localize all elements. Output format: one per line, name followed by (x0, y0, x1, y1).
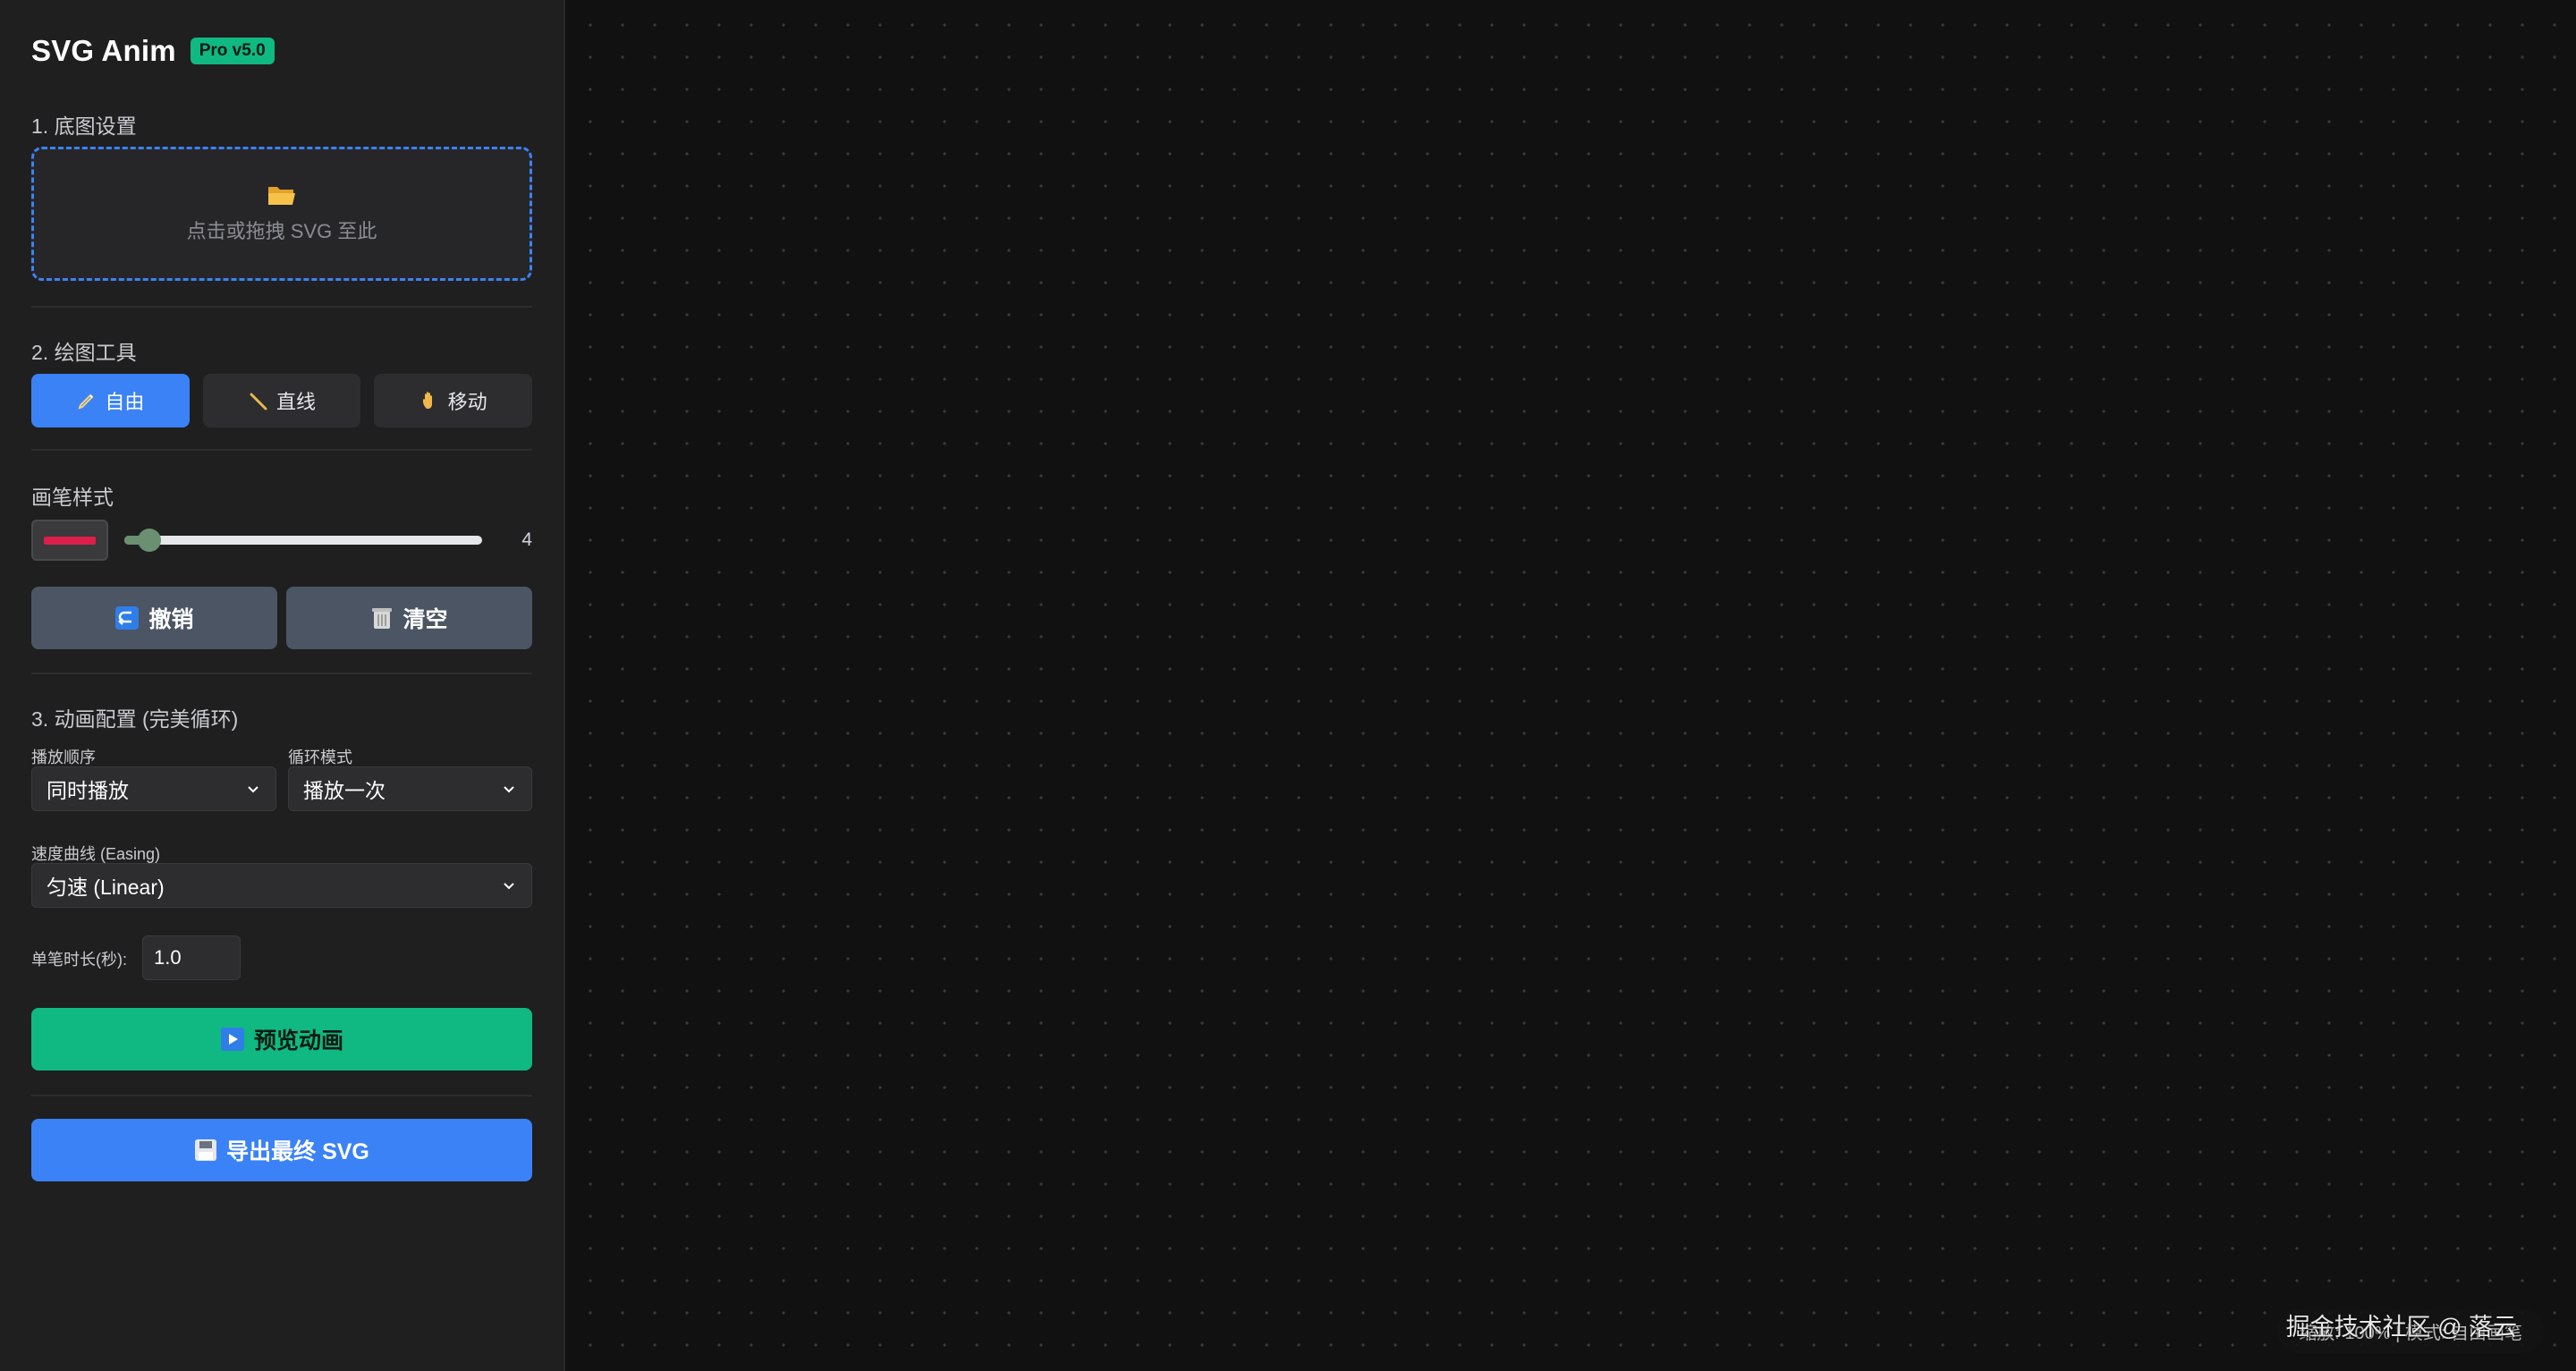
clear-label: 清空 (402, 607, 448, 632)
watermark: 掘金技术社区 @ 落云 (2285, 1314, 2517, 1341)
brush-row: 4 (31, 519, 532, 562)
play-order-select[interactable]: 同时播放 (31, 766, 276, 811)
easing-value: 匀速 (Linear) (47, 876, 165, 899)
duration-value: 1.0 (154, 946, 182, 969)
clear-button[interactable]: 清空 (286, 587, 532, 649)
easing-select[interactable]: 匀速 (Linear) (31, 863, 532, 908)
tool-move-button[interactable]: 移动 (374, 374, 533, 427)
divider (31, 673, 532, 674)
loop-mode-value: 播放一次 (303, 779, 386, 802)
chevron-down-icon (504, 786, 514, 793)
brush-size-slider[interactable] (124, 519, 482, 562)
section-animation-label: 3. 动画配置 (完美循环) (31, 707, 239, 731)
tool-line-button[interactable]: 直线 (202, 374, 361, 427)
brush-color-picker[interactable] (31, 520, 108, 561)
easing-label: 速度曲线 (Easing) (31, 845, 161, 863)
slider-thumb[interactable] (138, 529, 161, 552)
tool-move-label: 移动 (447, 391, 487, 413)
brush-color-fill (44, 536, 96, 545)
brush-size-value: 4 (521, 529, 532, 550)
divider (31, 449, 532, 451)
divider (31, 306, 532, 308)
dropzone-hint: 点击或拖拽 SVG 至此 (186, 220, 377, 242)
sidebar: SVG Anim Pro v5.0 1. 底图设置 点击或拖拽 SVG 至此 2… (0, 0, 565, 1371)
play-icon (220, 1028, 244, 1051)
tool-line-label: 直线 (276, 391, 317, 413)
play-order-value: 同时播放 (47, 779, 129, 802)
undo-label: 撤销 (148, 607, 194, 632)
tool-free-label: 自由 (105, 391, 145, 413)
export-svg-button[interactable]: 导出最终 SVG (31, 1119, 532, 1181)
floppy-disk-icon (195, 1139, 217, 1161)
tool-free-button[interactable]: 自由 (31, 374, 190, 427)
slider-track (124, 536, 482, 545)
divider (31, 1095, 532, 1096)
section-draw-tools-label: 2. 绘图工具 (31, 341, 137, 364)
preview-label: 预览动画 (253, 1028, 343, 1054)
undo-icon (115, 606, 140, 630)
loop-mode-label: 循环模式 (288, 749, 352, 766)
app-root: SVG Anim Pro v5.0 1. 底图设置 点击或拖拽 SVG 至此 2… (0, 0, 2576, 1371)
trash-icon (372, 608, 393, 629)
hand-icon (422, 392, 432, 409)
pencil-icon (78, 394, 94, 410)
duration-input[interactable]: 1.0 (142, 935, 241, 980)
svg-dropzone[interactable]: 点击或拖拽 SVG 至此 (31, 147, 532, 281)
section-brush-style-label: 画笔样式 (31, 486, 114, 509)
chevron-down-icon (504, 883, 514, 890)
play-order-label: 播放顺序 (31, 749, 96, 766)
ruler-line-icon (250, 393, 267, 410)
version-badge: Pro v5.0 (190, 38, 275, 64)
section-base-image-label: 1. 底图设置 (31, 114, 137, 138)
loop-mode-select[interactable]: 播放一次 (288, 766, 532, 811)
tool-group: 自由 直线 移动 (31, 374, 533, 427)
chevron-down-icon (248, 786, 258, 793)
preview-animation-button[interactable]: 预览动画 (31, 1008, 532, 1071)
app-title: SVG Anim (31, 34, 176, 67)
undo-button[interactable]: 撤销 (31, 587, 277, 649)
folder-open-icon (268, 187, 295, 205)
drawing-canvas[interactable]: 缩放: 100% | 模式: 自由画笔 掘金技术社区 @ 落云 (565, 0, 2576, 1371)
duration-label: 单笔时长(秒): (31, 951, 127, 969)
brand-header: SVG Anim Pro v5.0 (31, 34, 275, 68)
history-actions: 撤销 清空 (31, 587, 532, 649)
export-label: 导出最终 SVG (226, 1139, 369, 1164)
